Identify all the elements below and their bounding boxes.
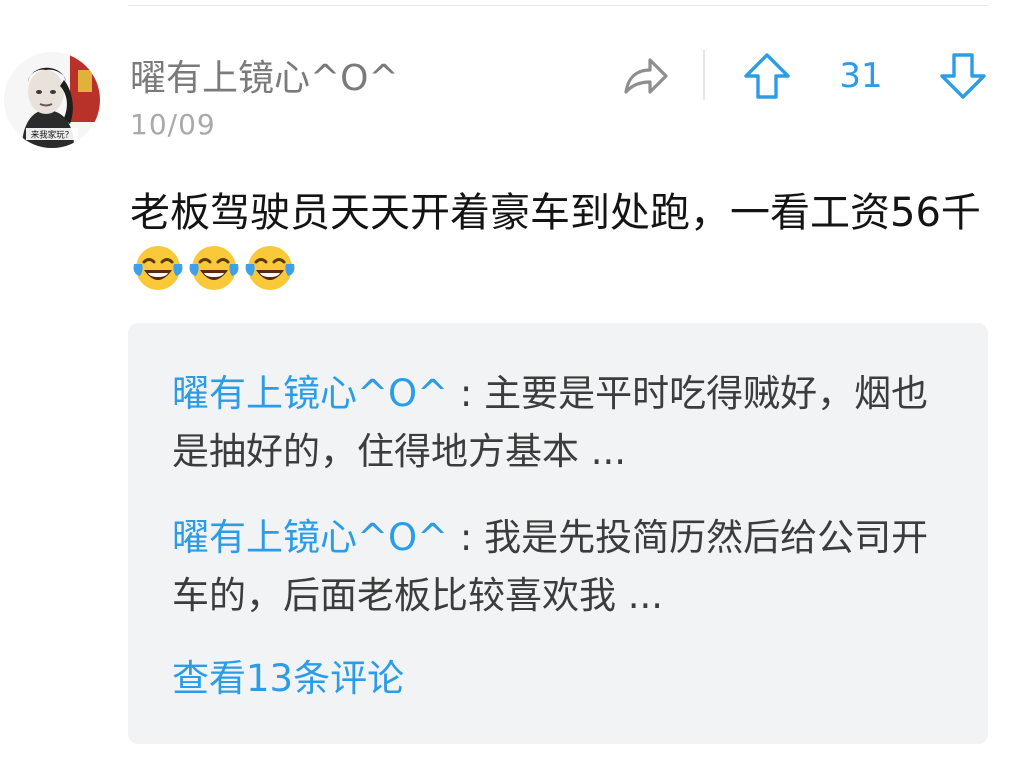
avatar[interactable]: 来我家玩？ bbox=[4, 52, 100, 148]
share-button[interactable] bbox=[620, 52, 672, 100]
downvote-button[interactable] bbox=[938, 50, 988, 102]
reply-username[interactable]: 曜有上镜心^O^ bbox=[172, 516, 448, 559]
reply-separator: : bbox=[448, 516, 485, 559]
comment-text: 老板驾驶员天天开着豪车到处跑，一看工资56千 bbox=[130, 190, 981, 236]
reply-separator: : bbox=[448, 372, 485, 415]
face-with-tears-of-joy-icon bbox=[245, 246, 295, 290]
face-with-tears-of-joy-icon bbox=[133, 246, 183, 290]
arrow-up-icon bbox=[744, 53, 790, 99]
comment-body: 老板驾驶员天天开着豪车到处跑，一看工资56千 bbox=[130, 184, 1000, 300]
view-all-replies-link[interactable]: 查看13条评论 bbox=[172, 653, 404, 705]
replies-box: 曜有上镜心^O^ : 主要是平时吃得贼好，烟也是抽好的，住得地方基本 ... 曜… bbox=[128, 323, 988, 744]
avatar-image: 来我家玩？ bbox=[4, 52, 100, 148]
face-with-tears-of-joy-icon bbox=[189, 246, 239, 290]
reply-username[interactable]: 曜有上镜心^O^ bbox=[172, 372, 448, 415]
reply-item[interactable]: 曜有上镜心^O^ : 主要是平时吃得贼好，烟也是抽好的，住得地方基本 ... bbox=[172, 365, 932, 481]
emoji-group bbox=[132, 242, 296, 294]
action-divider bbox=[703, 50, 705, 100]
share-arrow-icon bbox=[624, 58, 668, 94]
reply-item[interactable]: 曜有上镜心^O^ : 我是先投简历然后给公司开车的，后面老板比较喜欢我 ... bbox=[172, 509, 932, 625]
avatar-caption: 来我家玩？ bbox=[31, 130, 74, 141]
comment-username[interactable]: 曜有上镜心^O^ bbox=[130, 58, 399, 100]
upvote-button[interactable] bbox=[742, 50, 792, 102]
arrow-down-icon bbox=[940, 53, 986, 99]
comment-date: 10/09 bbox=[130, 108, 216, 141]
vote-count: 31 bbox=[839, 56, 883, 96]
top-divider bbox=[128, 5, 988, 6]
